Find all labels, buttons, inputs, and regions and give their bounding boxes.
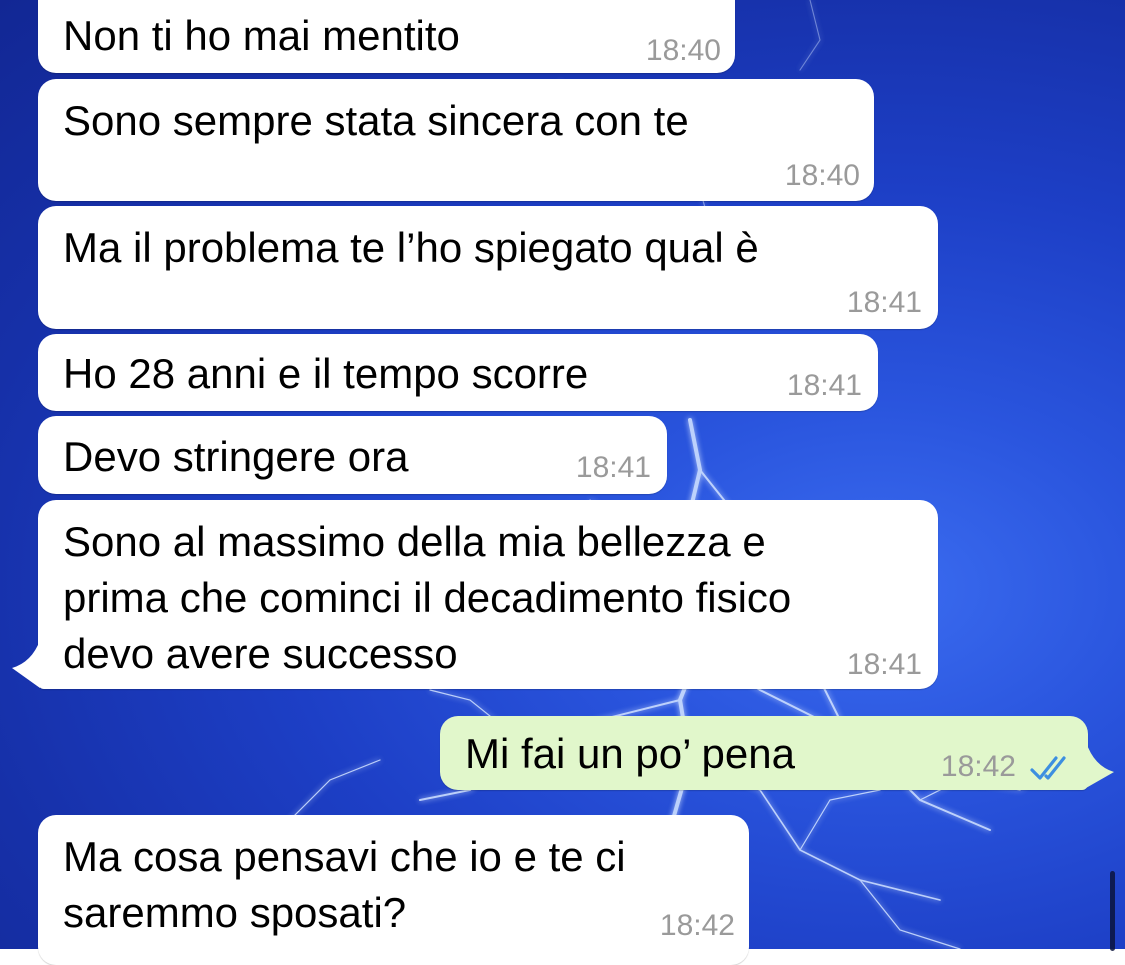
message-timestamp: 18:41: [786, 369, 862, 402]
message-text: Devo stringere ora: [63, 433, 409, 480]
message-text: Sono al massimo della mia bellezza e pri…: [63, 518, 792, 677]
message-text: Ma cosa pensavi che io e te ci saremmo s…: [63, 833, 626, 936]
bubble-tail-incoming: [12, 640, 40, 688]
message-bubble-incoming[interactable]: Non ti ho mai mentito 18:40: [38, 0, 735, 73]
message-text: Non ti ho mai mentito: [63, 12, 460, 59]
message-bubble-incoming[interactable]: Ho 28 anni e il tempo scorre 18:41: [38, 334, 878, 411]
message-text: Mi fai un po’ pena: [465, 730, 795, 777]
message-bubble-incoming[interactable]: Ma il problema te l’ho spiegato qual è 1…: [38, 206, 938, 329]
message-timestamp: 18:41: [846, 286, 922, 319]
message-bubble-outgoing[interactable]: Mi fai un po’ pena 18:42: [440, 716, 1088, 790]
message-bubble-incoming[interactable]: Sono al massimo della mia bellezza e pri…: [38, 500, 938, 689]
message-bubble-incoming[interactable]: Devo stringere ora 18:41: [38, 416, 667, 494]
message-timestamp: 18:40: [784, 159, 860, 192]
message-text: Sono sempre stata sincera con te: [63, 97, 689, 144]
message-timestamp: 18:41: [575, 451, 651, 484]
message-text: Ma il problema te l’ho spiegato qual è: [63, 224, 759, 271]
bubble-tail-outgoing: [1086, 742, 1114, 788]
chat-scrollbar[interactable]: [1110, 871, 1115, 951]
message-text: Ho 28 anni e il tempo scorre: [63, 350, 589, 397]
double-check-icon: [1030, 756, 1066, 780]
message-bubble-incoming[interactable]: Ma cosa pensavi che io e te ci saremmo s…: [38, 815, 749, 965]
message-timestamp: 18:41: [846, 648, 922, 681]
message-timestamp: 18:42: [940, 750, 1016, 783]
message-timestamp: 18:42: [659, 909, 735, 942]
message-bubble-incoming[interactable]: Sono sempre stata sincera con te 18:40: [38, 79, 874, 201]
message-timestamp: 18:40: [645, 34, 721, 67]
